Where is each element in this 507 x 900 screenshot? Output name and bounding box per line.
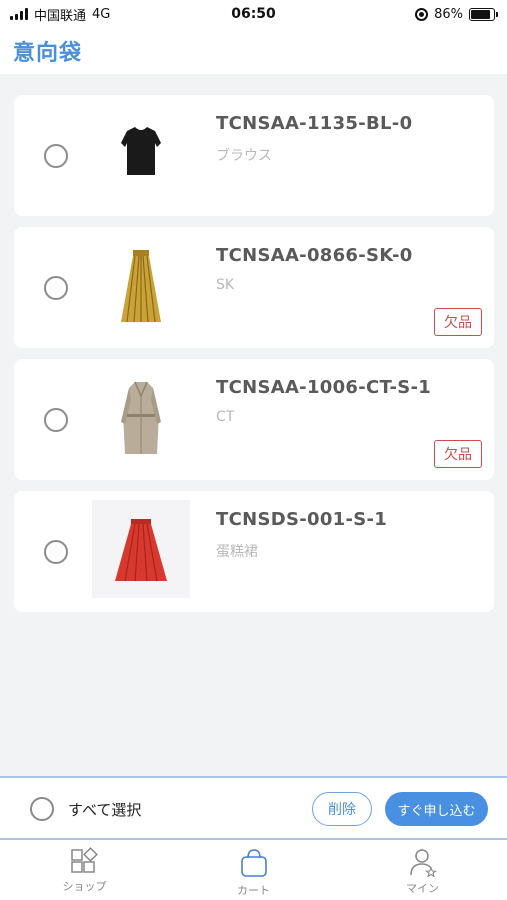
tab-mine[interactable]: マイン: [338, 840, 507, 900]
delete-button[interactable]: 削除: [312, 792, 372, 826]
item-code: TCNSAA-1006-CT-S-1: [216, 377, 432, 398]
carrier-name: 中国联通: [34, 8, 87, 24]
shop-grid-icon: [70, 847, 98, 873]
tab-label: カート: [237, 884, 270, 897]
tab-cart[interactable]: カート: [169, 840, 338, 900]
item-code: TCNSDS-001-S-1: [216, 509, 388, 530]
user-star-icon: [409, 849, 437, 877]
status-bar: 中国联通 4G 06:50 86%: [0, 0, 507, 28]
item-category: 蛋糕裙: [216, 544, 258, 560]
item-select-radio[interactable]: [44, 276, 68, 300]
action-bar: すべて選択 削除 すぐ申し込む: [0, 776, 507, 840]
red-skirt-icon: [92, 500, 190, 598]
cart-bag-icon: [240, 849, 267, 877]
item-select-radio[interactable]: [44, 540, 68, 564]
page-title: 意向袋: [13, 41, 83, 66]
list-item[interactable]: TCNSAA-1006-CT-S-1 CT 欠品: [14, 359, 494, 480]
signal-icon: [10, 8, 28, 20]
battery-icon: [469, 7, 498, 21]
list-item[interactable]: TCNSAA-0866-SK-0 SK 欠品: [14, 227, 494, 348]
item-code: TCNSAA-0866-SK-0: [216, 245, 413, 266]
black-blouse-icon: [92, 104, 190, 202]
status-time: 06:50: [231, 6, 276, 22]
tab-bar: ショップ カート マイン: [0, 840, 507, 900]
trench-coat-icon: [92, 368, 190, 466]
item-select-radio[interactable]: [44, 408, 68, 432]
tab-shop[interactable]: ショップ: [0, 840, 169, 900]
list-item[interactable]: TCNSAA-1135-BL-0 ブラウス: [14, 95, 494, 216]
tab-label: ショップ: [62, 880, 107, 893]
header: 意向袋: [0, 28, 507, 74]
apply-now-button[interactable]: すぐ申し込む: [385, 792, 488, 826]
item-category: CT: [216, 409, 235, 425]
network-type: 4G: [92, 6, 111, 22]
gold-pleated-skirt-icon: [92, 236, 190, 334]
item-code: TCNSAA-1135-BL-0: [216, 113, 413, 134]
item-select-radio[interactable]: [44, 144, 68, 168]
tab-label: マイン: [406, 882, 439, 895]
item-category: SK: [216, 277, 235, 293]
out-of-stock-badge: 欠品: [434, 440, 482, 468]
item-category: ブラウス: [216, 148, 272, 164]
select-all-radio[interactable]: [30, 797, 54, 821]
select-all-toggle[interactable]: すべて選択: [30, 797, 141, 821]
select-all-label: すべて選択: [68, 800, 142, 819]
status-right: 86%: [415, 6, 498, 22]
out-of-stock-badge: 欠品: [434, 308, 482, 336]
battery-fill: [471, 9, 490, 19]
list-item[interactable]: TCNSDS-001-S-1 蛋糕裙: [14, 491, 494, 612]
status-left: 中国联通 4G: [10, 5, 110, 24]
battery-percent: 86%: [434, 6, 463, 22]
orientation-lock-icon: [415, 7, 429, 21]
